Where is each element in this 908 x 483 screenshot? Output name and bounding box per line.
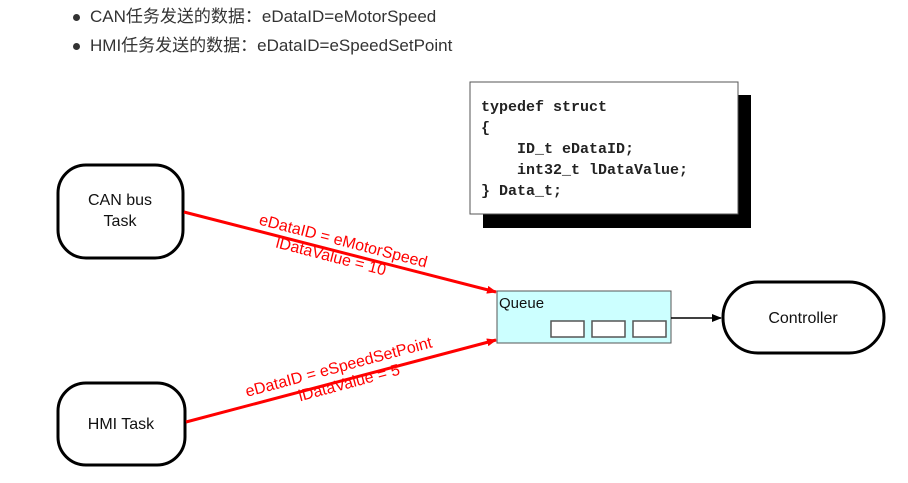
code-line: ID_t eDataID; <box>481 141 634 158</box>
controller-label: Controller <box>768 310 838 327</box>
can-task-node <box>56 163 185 260</box>
code-line: } Data_t; <box>481 183 562 200</box>
code-line: typedef struct <box>481 99 607 116</box>
code-line: { <box>481 120 490 137</box>
can-task-label: CAN bus <box>88 192 152 209</box>
hmi-task-label: HMI Task <box>88 416 155 433</box>
queue-label: Queue <box>499 295 544 312</box>
queue-diagram: typedef struct { ID_t eDataID; int32_t l… <box>56 81 886 467</box>
code-line: int32_t lDataValue; <box>481 162 688 179</box>
queue-slot <box>632 320 667 338</box>
can-task-label: Task <box>104 213 138 230</box>
queue-slot <box>591 320 626 338</box>
queue-slot <box>550 320 585 338</box>
